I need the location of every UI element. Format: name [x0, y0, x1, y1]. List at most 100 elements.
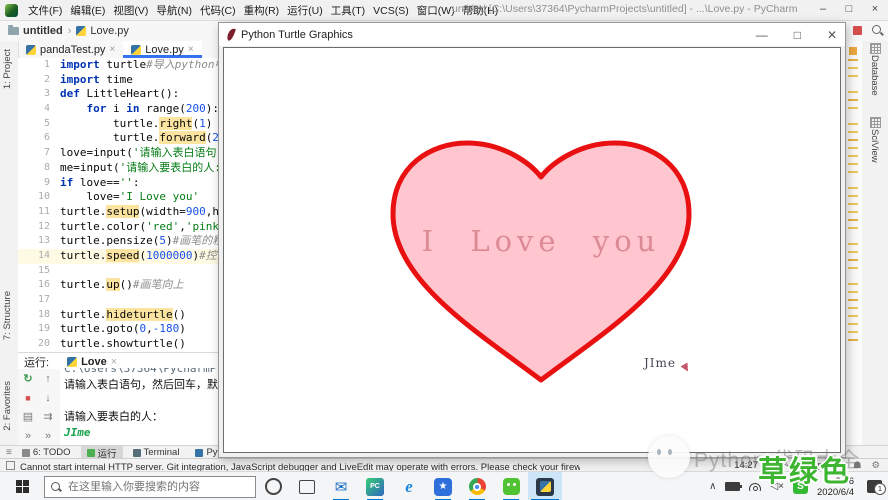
menu-item-3[interactable]: 导航(N): [152, 5, 196, 17]
tool-button-icon: [86, 448, 95, 457]
run-tab-label: Love: [81, 355, 107, 368]
heart-shape: [390, 140, 692, 383]
more-icon[interactable]: »: [25, 430, 31, 442]
notification-badge: 1: [874, 483, 886, 495]
search-everywhere-icon[interactable]: [872, 25, 881, 34]
error-stripe[interactable]: [844, 41, 862, 445]
down-arrow-icon[interactable]: ↓: [45, 392, 51, 404]
menu-item-0[interactable]: 文件(F): [24, 5, 66, 17]
maximize-button[interactable]: □: [794, 28, 801, 42]
window-title: untitled [C:\Users\37364\PycharmProjects…: [452, 3, 798, 15]
tool-tab-2-favorites[interactable]: 2: Favorites: [2, 381, 13, 431]
breadcrumb-file[interactable]: Love.py: [76, 25, 129, 37]
close-button[interactable]: ×: [862, 0, 888, 20]
menu-item-1[interactable]: 编辑(E): [66, 5, 109, 17]
windows-logo-icon: [15, 480, 29, 493]
run-toolbar: ↻ ↑ ■ ↓ ▤ ⇉ » »: [18, 369, 60, 445]
status-time: 14:27: [734, 460, 758, 471]
close-icon: ×: [187, 44, 194, 55]
run-tab[interactable]: Love ×: [67, 356, 117, 368]
pycharm-button[interactable]: PC: [358, 472, 392, 500]
action-center-icon[interactable]: 1: [867, 480, 886, 495]
stop-button[interactable]: [853, 26, 862, 35]
wrench-icon[interactable]: ⚙: [871, 460, 880, 471]
cortana-button[interactable]: [256, 472, 290, 500]
battery-icon[interactable]: [725, 482, 743, 491]
volume-muted-icon[interactable]: ◁×: [770, 481, 784, 492]
ie-button[interactable]: e: [392, 472, 426, 500]
turtle-canvas: I Love you JIme: [223, 47, 841, 453]
taskbar-search[interactable]: [44, 475, 256, 498]
sogou-ime-icon[interactable]: S: [793, 479, 809, 494]
close-icon[interactable]: ×: [111, 356, 117, 368]
wechat-taskbar-icon: [502, 478, 520, 495]
up-arrow-icon[interactable]: ↑: [45, 373, 51, 385]
tab-pandatest-py[interactable]: pandaTest.py ×: [18, 41, 123, 58]
tab-love-py[interactable]: Love.py ×: [123, 41, 202, 58]
start-button[interactable]: [0, 472, 44, 500]
run-label: 运行:: [24, 356, 50, 369]
breadcrumb-label: Love.py: [90, 25, 129, 37]
taskbar-clock[interactable]: 8:56 2020/6/4: [817, 476, 854, 498]
grid-icon: [870, 117, 881, 128]
mail-button[interactable]: ✉: [324, 472, 358, 500]
task-view-button[interactable]: [290, 472, 324, 500]
maximize-button[interactable]: □: [836, 0, 862, 20]
menu-item-5[interactable]: 重构(R): [240, 5, 284, 17]
close-button[interactable]: ✕: [827, 28, 837, 42]
more-icon[interactable]: »: [45, 430, 51, 442]
status-encoding[interactable]: UTF-8: [768, 460, 795, 471]
turtle-titlebar[interactable]: Python Turtle Graphics: [219, 23, 845, 46]
wechat-button[interactable]: [494, 472, 528, 500]
pycharm-icon: PC: [366, 477, 384, 496]
python-app-icon: [536, 477, 554, 496]
status-icon[interactable]: [6, 461, 15, 470]
mail-icon: ✉: [334, 478, 348, 496]
tool-tab-database[interactable]: Database: [869, 55, 880, 96]
hamburger-icon[interactable]: ≡: [6, 447, 12, 458]
python-app-button[interactable]: [528, 472, 562, 500]
chrome-button[interactable]: [460, 472, 494, 500]
tool-button-icon: [195, 448, 204, 457]
menu-item-7[interactable]: 工具(T): [327, 5, 369, 17]
tool-tab-1-project[interactable]: 1: Project: [2, 49, 13, 89]
status-indent[interactable]: 4 spaces: [805, 460, 843, 471]
turtle-graphics-window[interactable]: Python Turtle Graphics — □ ✕ I Love you …: [218, 22, 846, 458]
tool-button-icon: [21, 448, 30, 457]
tray-expand-icon[interactable]: ∧: [709, 481, 716, 492]
clock-time: 8:56: [835, 475, 855, 487]
menu-item-6[interactable]: 运行(U): [283, 5, 327, 17]
wifi-icon[interactable]: [749, 482, 762, 491]
breadcrumb-label: untitled: [23, 25, 63, 37]
python-file-icon: [26, 44, 36, 55]
menu-item-4[interactable]: 代码(C): [196, 5, 240, 17]
menu-item-2[interactable]: 视图(V): [109, 5, 152, 17]
soft-wrap-icon[interactable]: ⇉: [43, 410, 52, 423]
tool-tab-sciview[interactable]: SciView: [869, 129, 880, 163]
python-file-icon: [76, 26, 87, 36]
pycharm-menubar: 文件(F) 编辑(E) 视图(V) 导航(N) 代码(C) 重构(R) 运行(U) 工具(T)…: [0, 0, 888, 21]
screen: 文件(F) 编辑(E) 视图(V) 导航(N) 代码(C) 重构(R) 运行(U) 工具(T)…: [0, 0, 888, 500]
search-icon: [51, 482, 60, 491]
blue-app-button[interactable]: ★: [426, 472, 460, 500]
stop-icon[interactable]: ■: [25, 393, 30, 403]
status-right: 14:27 UTF-8 4 spaces ☗ ⚙: [734, 460, 888, 471]
tool-tab-7-structure[interactable]: 7: Structure: [2, 291, 13, 340]
search-input[interactable]: [66, 479, 240, 494]
event-log-icon[interactable]: ☗: [853, 460, 862, 471]
restore-layout-icon[interactable]: ▤: [23, 410, 33, 423]
blue-app-icon: ★: [434, 477, 452, 496]
file-status-marker: [849, 47, 857, 55]
status-bar: Cannot start internal HTTP server. Git i…: [0, 458, 888, 473]
left-tool-strip: 1: Project 7: Structure 2: Favorites: [0, 41, 19, 445]
chrome-icon: [468, 478, 486, 495]
breadcrumb-project[interactable]: untitled: [8, 25, 63, 37]
window-controls: – □ ×: [810, 0, 888, 20]
minimize-button[interactable]: –: [810, 0, 836, 20]
cortana-icon: [264, 478, 282, 495]
pycharm-logo-icon: [5, 3, 18, 17]
minimize-button[interactable]: —: [756, 28, 768, 42]
tool-button-icon: [132, 448, 141, 457]
menu-item-8[interactable]: VCS(S): [369, 5, 413, 17]
rerun-icon[interactable]: ↻: [23, 372, 32, 385]
